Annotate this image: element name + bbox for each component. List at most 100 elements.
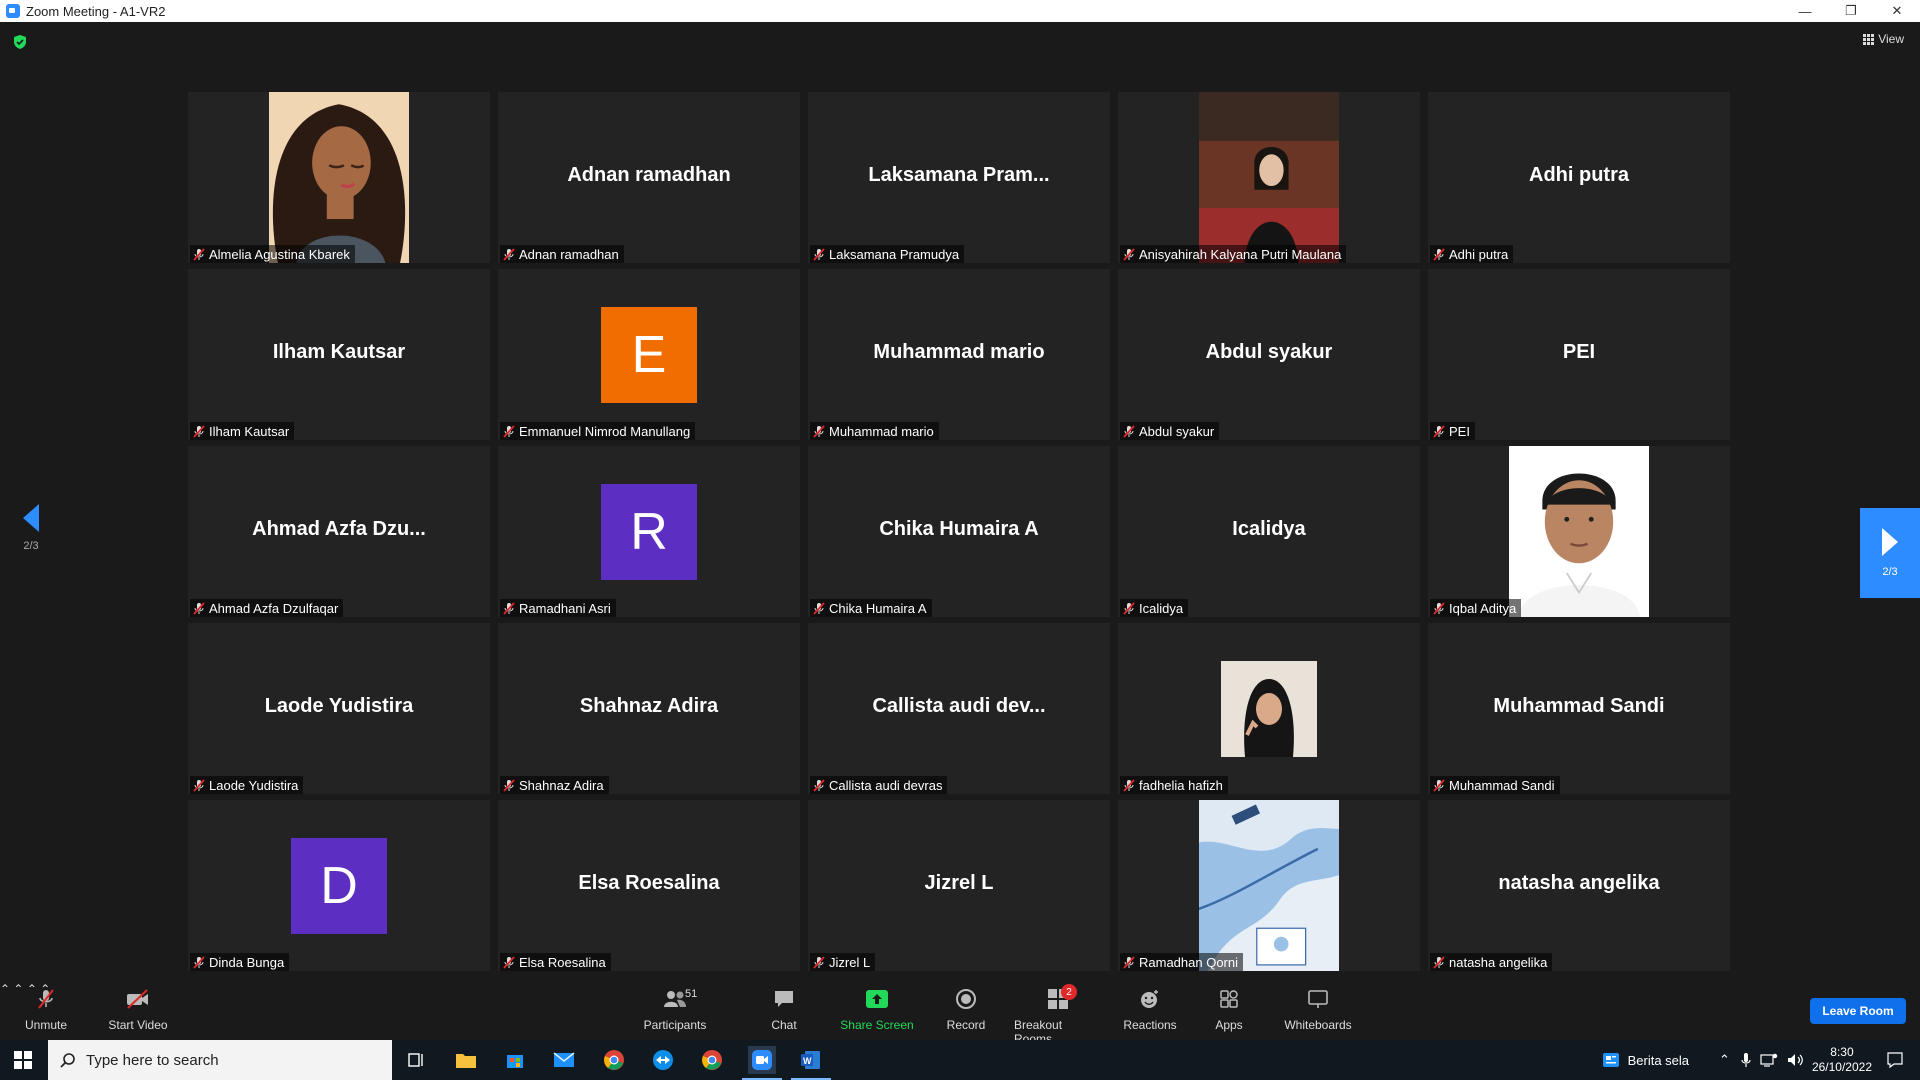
participant-name-label: Jizrel L [810,953,876,971]
audio-options-caret-icon[interactable]: ⌃ [0,982,10,996]
participant-tile[interactable]: natasha angelika natasha angelika [1428,800,1730,971]
grid-icon [1863,33,1875,45]
news-widget-label[interactable]: Berita sela [1628,1053,1689,1068]
participant-tile[interactable]: Callista audi dev... Callista audi devras [808,623,1110,794]
participant-tile[interactable]: Almelia Agustina Kbarek [188,92,490,263]
participant-video-image [1493,446,1665,617]
previous-page-button[interactable]: 2/3 [16,504,46,552]
start-button[interactable] [0,1040,46,1080]
mail-icon[interactable] [550,1046,578,1074]
system-tray: Berita sela ⌃ 8:30 26/10/2022 [1602,1040,1920,1080]
task-view-icon[interactable] [402,1046,430,1074]
participant-name-label: Emmanuel Nimrod Manullang [500,422,696,440]
minimize-button[interactable]: — [1782,0,1828,22]
file-explorer-icon[interactable] [452,1046,480,1074]
participant-tile[interactable]: Laksamana Pram... Laksamana Pramudya [808,92,1110,263]
restore-button[interactable]: ❐ [1828,0,1874,22]
taskbar-search-box[interactable]: Type here to search [48,1040,392,1080]
system-clock[interactable]: 8:30 26/10/2022 [1812,1045,1872,1075]
participant-name: Abdul syakur [1139,423,1215,439]
tray-overflow-icon[interactable]: ⌃ [1719,1052,1730,1068]
participant-tile[interactable]: Shahnaz Adira Shahnaz Adira [498,623,800,794]
participant-name-label: Chika Humaira A [810,599,932,617]
muted-microphone-icon [193,778,205,792]
participant-tile[interactable]: Ramadhan Qorni [1118,800,1420,971]
participant-name: Ilham Kautsar [209,423,290,439]
leave-room-button[interactable]: Leave Room [1810,998,1906,1024]
participant-tile[interactable]: Ahmad Azfa Dzu... Ahmad Azfa Dzulfaqar [188,446,490,617]
participant-tile[interactable]: Muhammad mario Muhammad mario [808,269,1110,440]
participant-avatar: D [291,837,387,934]
participant-video-image [1183,92,1355,263]
participant-tile[interactable]: Chika Humaira A Chika Humaira A [808,446,1110,617]
clock-time: 8:30 [1830,1045,1854,1059]
word-icon[interactable]: W [791,1046,831,1080]
participant-tile[interactable]: Muhammad Sandi Muhammad Sandi [1428,623,1730,794]
record-icon [956,989,976,1009]
participant-tile[interactable]: Anisyahirah Kalyana Putri Maulana [1118,92,1420,263]
participants-button[interactable]: 51 Participants [640,988,710,1032]
teamviewer-icon[interactable] [649,1046,677,1074]
participant-name-label: Ilham Kautsar [190,422,295,440]
network-icon[interactable] [1760,1052,1778,1068]
participant-tile[interactable]: E Emmanuel Nimrod Manullang [498,269,800,440]
view-button[interactable]: View [1863,32,1904,46]
participant-display-name: Laode Yudistira [264,695,414,717]
search-placeholder: Type here to search [86,1051,219,1069]
participant-tile[interactable]: Laode Yudistira Laode Yudistira [188,623,490,794]
participant-name-label: Abdul syakur [1120,422,1220,440]
reactions-button[interactable]: Reactions [1123,988,1177,1032]
tray-microphone-icon[interactable] [1740,1052,1752,1068]
muted-microphone-icon [1123,955,1135,969]
participant-tile[interactable]: Abdul syakur Abdul syakur [1118,269,1420,440]
record-label: Record [946,1018,986,1032]
chat-button[interactable]: Chat [765,988,803,1032]
shield-icon[interactable] [12,34,28,50]
participant-avatar: R [601,483,697,580]
whiteboards-button[interactable]: Whiteboards [1282,988,1354,1032]
microphone-muted-icon [38,989,54,1009]
participant-tile[interactable]: PEI PEI [1428,269,1730,440]
breakout-rooms-button[interactable]: 2 Breakout Rooms [1014,984,1102,1046]
zoom-logo-icon [6,4,20,18]
participant-display-name: Muhammad mario [873,341,1045,363]
next-page-button[interactable]: 2/3 [1860,508,1920,598]
muted-microphone-icon [193,424,205,438]
participant-display-name: PEI [1562,341,1596,363]
chrome-profile-icon[interactable] [698,1046,726,1074]
participant-tile[interactable]: fadhelia hafizh [1118,623,1420,794]
record-button[interactable]: Record [944,988,988,1032]
volume-icon[interactable] [1786,1052,1804,1068]
participant-tile[interactable]: R Ramadhani Asri [498,446,800,617]
participant-tile[interactable]: Adnan ramadhan Adnan ramadhan [498,92,800,263]
unmute-label: Unmute [24,1018,68,1032]
chrome-icon[interactable] [600,1046,628,1074]
participant-tile[interactable]: D Dinda Bunga [188,800,490,971]
participant-tile[interactable]: Iqbal Aditya [1428,446,1730,617]
participant-name: Anisyahirah Kalyana Putri Maulana [1139,246,1342,262]
unmute-button[interactable]: Unmute [22,988,70,1032]
participant-name-label: Muhammad mario [810,422,939,440]
news-widget-icon[interactable] [1602,1052,1620,1068]
muted-microphone-icon [1123,601,1135,615]
start-video-button[interactable]: Start Video [106,988,170,1032]
muted-microphone-icon [503,778,515,792]
participant-tile[interactable]: Jizrel L Jizrel L [808,800,1110,971]
participant-name: Ramadhan Qorni [1139,954,1238,970]
muted-microphone-icon [1433,601,1445,615]
participant-name-label: Icalidya [1120,599,1189,617]
muted-microphone-icon [503,955,515,969]
participant-tile[interactable]: Ilham Kautsar Ilham Kautsar [188,269,490,440]
participant-tile[interactable]: Adhi putra Adhi putra [1428,92,1730,263]
share-screen-button[interactable]: Share Screen [840,988,914,1032]
participant-name: natasha angelika [1449,954,1548,970]
apps-button[interactable]: Apps [1214,988,1244,1032]
participant-name-label: Adnan ramadhan [500,245,624,263]
microsoft-store-icon[interactable] [501,1046,529,1074]
close-button[interactable]: ✕ [1874,0,1920,22]
zoom-taskbar-icon[interactable] [742,1046,782,1080]
notifications-icon[interactable] [1886,1051,1904,1069]
participant-tile[interactable]: Elsa Roesalina Elsa Roesalina [498,800,800,971]
participant-tile[interactable]: Icalidya Icalidya [1118,446,1420,617]
participant-display-name: Laksamana Pram... [868,164,1050,186]
